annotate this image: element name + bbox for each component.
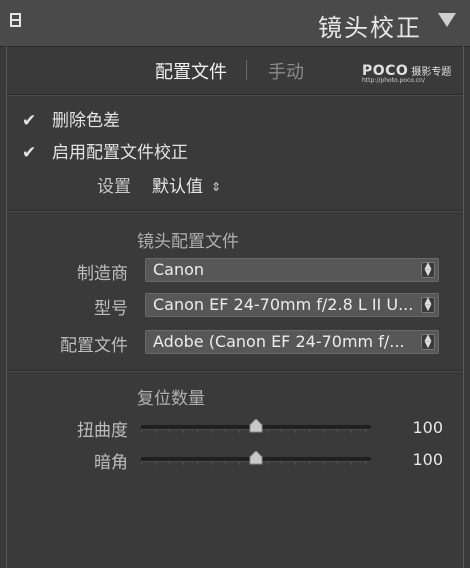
vignetting-value[interactable]: 100 [395, 450, 443, 469]
model-label: 型号 [94, 299, 128, 319]
lens-correction-panel: 镜头校正 配置文件 手动 POCO 摄影专题 http://photo.poco.… [0, 0, 470, 568]
profile-label: 配置文件 [60, 336, 128, 356]
lens-profile-heading: 镜头配置文件 [137, 232, 239, 252]
profile-select[interactable]: Adobe (Canon EF 24-70mm f/... ▲ ▼ [145, 330, 439, 354]
distortion-slider[interactable] [141, 419, 371, 434]
slider-thumb[interactable] [249, 419, 263, 433]
amount-heading: 复位数量 [137, 389, 205, 409]
setup-value: 默认值 [152, 177, 203, 197]
model-select[interactable]: Canon EF 24-70mm f/2.8 L II U... ▲ ▼ [145, 293, 439, 317]
solo-toggle-icon[interactable] [10, 13, 21, 27]
updown-arrows-icon: ⇕ [211, 180, 222, 194]
vignetting-slider[interactable] [141, 451, 371, 466]
setup-dropdown[interactable]: 默认值 ⇕ [152, 172, 221, 197]
vignetting-label: 暗角 [94, 453, 128, 473]
profile-value: Adobe (Canon EF 24-70mm f/... [153, 332, 405, 351]
tab-manual[interactable]: 手动 [268, 58, 304, 84]
panel-header[interactable]: 镜头校正 [0, 0, 470, 47]
tab-profile[interactable]: 配置文件 [155, 58, 227, 84]
divider [7, 94, 463, 96]
model-value: Canon EF 24-70mm f/2.8 L II U... [153, 295, 414, 314]
checkmark-icon: ✔ [22, 143, 37, 163]
make-label: 制造商 [77, 264, 128, 284]
setup-label: 设置 [97, 177, 131, 197]
select-arrows-icon: ▲ ▼ [421, 297, 435, 313]
distortion-value[interactable]: 100 [395, 418, 443, 437]
enable-profile-corrections-checkbox[interactable]: ✔ 启用配置文件校正 [22, 138, 188, 163]
select-arrows-icon: ▲ ▼ [421, 262, 435, 278]
tab-divider [246, 60, 247, 80]
poco-watermark: POCO 摄影专题 http://photo.poco.cn/ [362, 60, 451, 84]
make-value: Canon [153, 260, 205, 279]
checkbox-label: 删除色差 [52, 111, 120, 131]
collapse-triangle-icon[interactable] [438, 13, 456, 27]
distortion-label: 扭曲度 [77, 421, 128, 441]
divider [7, 210, 463, 212]
remove-chromatic-aberration-checkbox[interactable]: ✔ 删除色差 [22, 106, 120, 131]
checkmark-icon: ✔ [22, 111, 37, 131]
select-arrows-icon: ▲ ▼ [421, 334, 435, 350]
checkbox-label: 启用配置文件校正 [52, 143, 188, 163]
make-select[interactable]: Canon ▲ ▼ [145, 258, 439, 282]
panel-title: 镜头校正 [318, 14, 422, 42]
divider [7, 370, 463, 372]
slider-thumb[interactable] [249, 451, 263, 465]
